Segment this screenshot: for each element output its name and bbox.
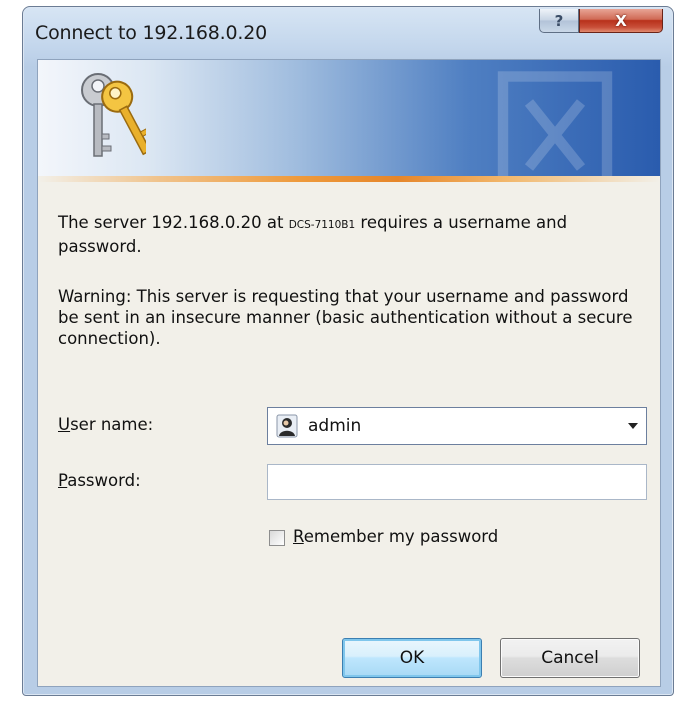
server-realm: DCS-7110B1 bbox=[288, 219, 356, 231]
password-label: Password: bbox=[58, 471, 141, 490]
dialog-body: The server 192.168.0.20 at DCS-7110B1 re… bbox=[37, 59, 661, 687]
close-icon: X bbox=[615, 11, 627, 30]
chevron-down-icon[interactable] bbox=[628, 423, 638, 429]
server-message: The server 192.168.0.20 at DCS-7110B1 re… bbox=[58, 212, 648, 257]
title-bar: Connect to 192.168.0.20 ? X bbox=[23, 7, 673, 61]
dialog-title: Connect to 192.168.0.20 bbox=[35, 22, 268, 44]
watermark-icon bbox=[497, 71, 613, 182]
remember-label-accel: R bbox=[293, 527, 304, 546]
password-label-rest: assword: bbox=[67, 471, 141, 490]
login-dialog: Connect to 192.168.0.20 ? X The server 1… bbox=[22, 6, 674, 696]
user-icon bbox=[276, 414, 298, 438]
banner bbox=[38, 60, 660, 182]
username-value[interactable]: admin bbox=[308, 416, 361, 436]
remember-label-rest: emember my password bbox=[303, 527, 499, 546]
security-warning: Warning: This server is requesting that … bbox=[58, 287, 633, 348]
remember-password-checkbox[interactable] bbox=[269, 530, 285, 546]
cancel-button[interactable]: Cancel bbox=[500, 638, 640, 678]
banner-accent-strip bbox=[38, 176, 660, 182]
username-label-accel: U bbox=[58, 415, 71, 434]
ok-button[interactable]: OK bbox=[342, 638, 482, 678]
help-icon: ? bbox=[554, 11, 564, 30]
keys-icon bbox=[81, 73, 146, 157]
close-button[interactable]: X bbox=[579, 9, 663, 33]
password-label-accel: P bbox=[58, 471, 68, 490]
remember-password-label[interactable]: Remember my password bbox=[293, 527, 498, 546]
username-combobox[interactable]: admin bbox=[267, 407, 647, 445]
username-label: User name: bbox=[58, 415, 153, 434]
username-label-rest: ser name: bbox=[70, 415, 154, 434]
message-prefix: The server 192.168.0.20 at bbox=[58, 213, 289, 232]
help-button[interactable]: ? bbox=[539, 9, 579, 33]
password-input[interactable] bbox=[267, 464, 647, 500]
